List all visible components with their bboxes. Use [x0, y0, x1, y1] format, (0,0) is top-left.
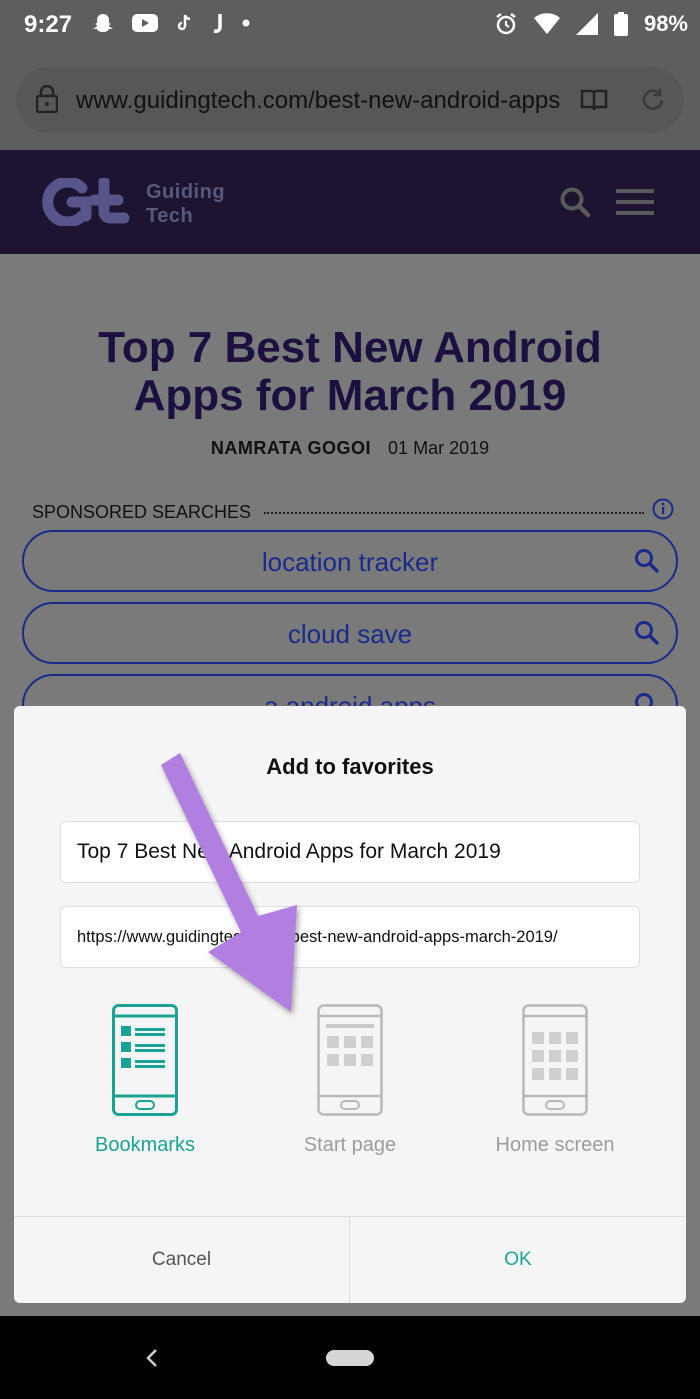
- bookmark-url-field[interactable]: [60, 906, 640, 968]
- battery-icon: [613, 12, 628, 36]
- tiktok-icon: [177, 14, 191, 31]
- bookmark-name-field[interactable]: [60, 821, 640, 883]
- article-author[interactable]: NAMRATA GOGOI: [211, 438, 371, 458]
- browser-toolbar: www.guidingtech.com/best-new-android-app…: [0, 50, 700, 150]
- bookmark-name-input[interactable]: [61, 822, 639, 882]
- alarm-icon: [496, 13, 516, 35]
- home-pill[interactable]: [326, 1350, 374, 1366]
- guiding-tech-logo[interactable]: [42, 178, 132, 226]
- info-icon[interactable]: [652, 498, 674, 520]
- reload-icon[interactable]: [640, 87, 666, 113]
- sponsored-search-item[interactable]: cloud save: [22, 602, 678, 664]
- home-screen-phone-icon: [522, 1004, 588, 1116]
- option-home-screen[interactable]: Home screen: [455, 1004, 655, 1164]
- add-to-favorites-dialog: Add to favorites Bookmarks Start page: [14, 706, 686, 1303]
- option-label: Bookmarks: [94, 1134, 196, 1156]
- j-app-icon: [213, 14, 222, 33]
- search-icon[interactable]: [559, 186, 591, 218]
- dot-icon: [242, 19, 250, 27]
- bookmark-url-input[interactable]: [61, 907, 639, 967]
- reader-mode-icon[interactable]: [580, 88, 608, 112]
- sponsored-search-item[interactable]: location tracker: [22, 530, 678, 592]
- divider: [264, 512, 644, 514]
- option-bookmarks[interactable]: Bookmarks: [45, 1004, 245, 1164]
- sponsored-heading: SPONSORED SEARCHES: [32, 502, 252, 522]
- search-icon: [635, 549, 659, 573]
- wifi-icon: [533, 13, 560, 34]
- cancel-button[interactable]: Cancel: [14, 1216, 350, 1303]
- article-date: 01 Mar 2019: [388, 438, 490, 458]
- address-bar[interactable]: www.guidingtech.com/best-new-android-app…: [16, 67, 684, 133]
- youtube-icon: [132, 14, 158, 32]
- bookmarks-phone-icon: [112, 1004, 178, 1116]
- status-bar: 9:27 98%: [0, 0, 700, 50]
- url-text[interactable]: www.guidingtech.com/best-new-android-app…: [76, 87, 566, 115]
- battery-percent: 98%: [643, 11, 688, 36]
- article-title: Top 7 Best New Android Apps for March 20…: [98, 323, 602, 420]
- logo-text: Guiding Tech: [146, 181, 226, 227]
- snapchat-icon: [93, 14, 113, 32]
- status-time: 9:27: [24, 11, 73, 38]
- navigation-bar: [0, 1316, 700, 1399]
- lock-icon: [36, 85, 58, 113]
- ok-button[interactable]: OK: [350, 1216, 686, 1303]
- signal-icon: [575, 13, 598, 35]
- option-label: Start page: [303, 1134, 397, 1156]
- start-page-phone-icon: [317, 1004, 383, 1116]
- back-icon[interactable]: [143, 1347, 161, 1369]
- article-byline: NAMRATA GOGOI 01 Mar 2019: [0, 438, 700, 459]
- dialog-title: Add to favorites: [266, 754, 434, 779]
- option-label: Home screen: [495, 1134, 615, 1156]
- site-header: Guiding Tech: [0, 150, 700, 254]
- option-start-page[interactable]: Start page: [250, 1004, 450, 1164]
- hamburger-menu-icon[interactable]: [614, 188, 656, 216]
- search-icon: [635, 621, 659, 645]
